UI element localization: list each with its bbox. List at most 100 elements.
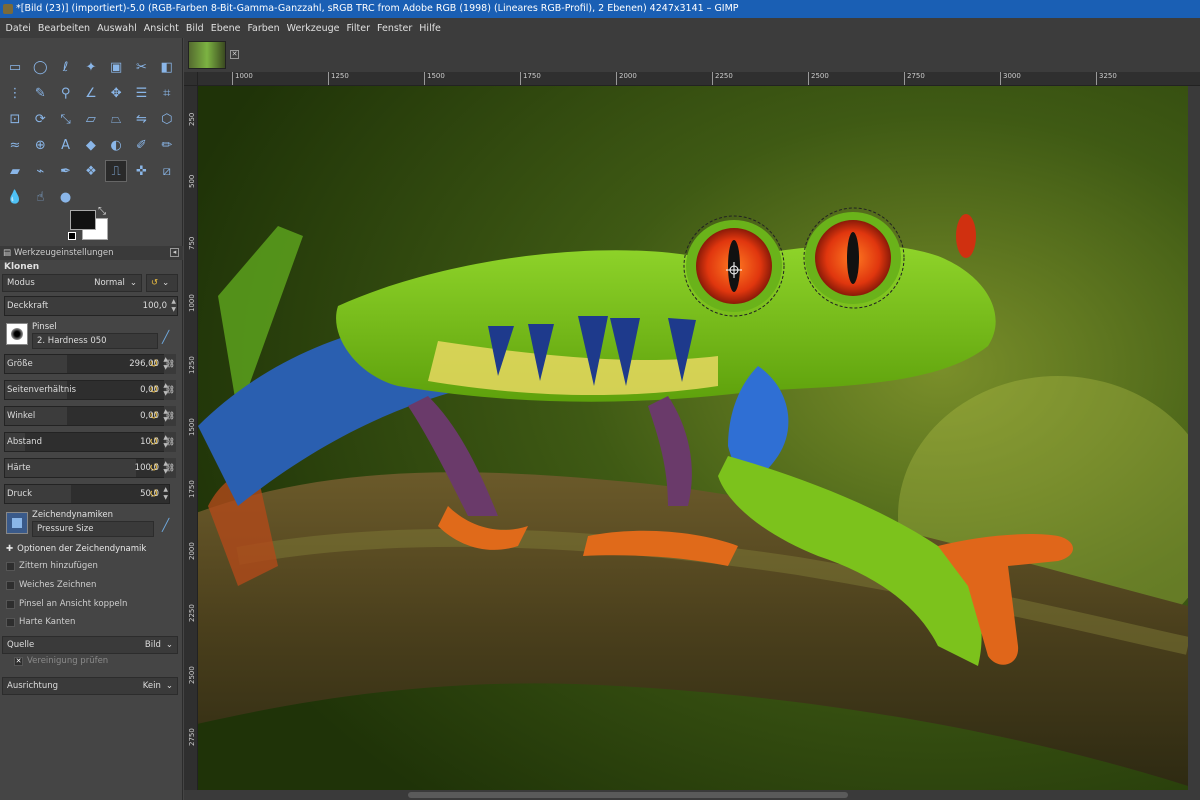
free-select-icon[interactable]: ℓ xyxy=(55,56,77,78)
mode-reset-combo[interactable]: ↺ ⌄ xyxy=(146,274,178,292)
horizontal-ruler[interactable]: 1000 1250 1500 1750 2000 2250 2500 2750 3000 3250 xyxy=(198,72,1200,86)
close-icon[interactable]: ✕ xyxy=(230,50,239,59)
menu-item-ebene[interactable]: Ebene xyxy=(207,23,244,34)
spin-arrows-icon[interactable]: ▲ ▼ xyxy=(163,434,168,450)
mypaint-icon[interactable]: ❖ xyxy=(80,160,102,182)
spin-arrows-icon[interactable]: ▲ ▼ xyxy=(163,460,168,476)
vruler-label: 1250 xyxy=(188,356,196,374)
paths-icon[interactable]: ⋮ xyxy=(4,82,26,104)
shear-icon[interactable]: ▱ xyxy=(80,108,102,130)
image-canvas[interactable] xyxy=(198,86,1188,790)
color-swatches[interactable]: ⤡ xyxy=(68,206,114,242)
swap-colors-icon[interactable]: ⤡ xyxy=(98,206,106,217)
menu-item-auswahl[interactable]: Auswahl xyxy=(94,23,141,34)
mode-label: Modus xyxy=(7,278,35,288)
flip-icon[interactable]: ⇋ xyxy=(131,108,153,130)
dynamics-options-expander[interactable]: ✚ Optionen der Zeichendynamik xyxy=(6,544,146,554)
sample-merged-checkbox[interactable]: ✕ Vereinigung prüfen xyxy=(14,656,108,666)
fuzzy-select-icon[interactable]: ✦ xyxy=(80,56,102,78)
blur-icon[interactable]: 💧 xyxy=(4,186,26,208)
horizontal-scrollbar[interactable] xyxy=(198,790,1188,800)
force-value: 50,0 xyxy=(140,489,159,499)
gradient-icon[interactable]: ◐ xyxy=(105,134,127,156)
vertical-scrollbar[interactable] xyxy=(1188,86,1200,790)
menu-item-farben[interactable]: Farben xyxy=(244,23,283,34)
mode-combo[interactable]: Modus Normal ⌄ xyxy=(2,274,142,292)
hardness-slider[interactable]: Härte 100,0 ▲ ▼ xyxy=(4,458,170,478)
force-slider[interactable]: Druck 50,0 ▲ ▼ xyxy=(4,484,170,504)
edit-brush-icon[interactable]: ╱ xyxy=(162,330,169,344)
angle-slider[interactable]: Winkel 0,00 ▲ ▼ xyxy=(4,406,170,426)
cage-icon[interactable]: ⬡ xyxy=(156,108,178,130)
pencil-icon[interactable]: ✏ xyxy=(156,134,178,156)
vertical-ruler[interactable]: 250 500 750 1000 1250 1500 1750 2000 2250 2500 275… xyxy=(184,86,198,790)
align-icon[interactable]: ☰ xyxy=(131,82,153,104)
rect-select-icon[interactable]: ▭ xyxy=(4,56,26,78)
quick-mask-toggle[interactable] xyxy=(184,72,198,86)
menu-item-datei[interactable]: Datei xyxy=(2,23,34,34)
hard-edge-checkbox[interactable]: Harte Kanten xyxy=(6,617,75,627)
reset-icon: ↺ xyxy=(151,278,159,288)
clone-icon[interactable]: ⎍ xyxy=(105,160,128,182)
handle-transform-icon[interactable]: ⊕ xyxy=(29,134,51,156)
dynamics-name-field[interactable]: Pressure Size xyxy=(32,521,154,537)
menu-item-hilfe[interactable]: Hilfe xyxy=(416,23,445,34)
ink-icon[interactable]: ✒ xyxy=(55,160,77,182)
dynamics-preview[interactable] xyxy=(6,512,28,534)
text-icon[interactable]: A xyxy=(55,134,77,156)
tool-options-tab[interactable]: ▤ Werkzeugeinstellungen ◂ xyxy=(0,246,183,260)
scale-icon[interactable]: ⤡ xyxy=(55,108,77,130)
foreground-select-icon[interactable]: ◧ xyxy=(156,56,178,78)
menu-item-filter[interactable]: Filter xyxy=(343,23,374,34)
spin-arrows-icon[interactable]: ▲ ▼ xyxy=(163,486,168,502)
heal-icon[interactable]: ✜ xyxy=(131,160,153,182)
jitter-checkbox[interactable]: Zittern hinzufügen xyxy=(6,561,98,571)
lock-brush-checkbox[interactable]: Pinsel an Ansicht koppeln xyxy=(6,599,127,609)
foreground-color-swatch[interactable] xyxy=(70,210,96,230)
perspective-clone-icon[interactable]: ⧄ xyxy=(156,160,178,182)
spin-arrows-icon[interactable]: ▲ ▼ xyxy=(163,356,168,372)
unified-transform-icon[interactable]: ⊡ xyxy=(4,108,26,130)
airbrush-icon[interactable]: ⌁ xyxy=(29,160,51,182)
smudge-icon[interactable]: ☝ xyxy=(29,186,51,208)
smooth-checkbox[interactable]: Weiches Zeichnen xyxy=(6,580,96,590)
spacing-slider[interactable]: Abstand 10,0 ▲ ▼ xyxy=(4,432,170,452)
spin-arrows-icon[interactable]: ▲ ▼ xyxy=(163,382,168,398)
source-combo[interactable]: Quelle Bild ⌄ xyxy=(2,636,178,654)
menu-item-bild[interactable]: Bild xyxy=(182,23,207,34)
move-icon[interactable]: ✥ xyxy=(105,82,127,104)
crop-icon[interactable]: ⌗ xyxy=(156,82,178,104)
perspective-icon[interactable]: ⏢ xyxy=(105,108,127,130)
dodge-burn-icon[interactable]: ● xyxy=(55,186,77,208)
size-slider[interactable]: Größe 296,00 ▲ ▼ xyxy=(4,354,170,374)
horizontal-scroll-handle[interactable] xyxy=(408,792,848,798)
menu-item-ansicht[interactable]: Ansicht xyxy=(140,23,182,34)
rotate-icon[interactable]: ⟳ xyxy=(29,108,51,130)
measure-icon[interactable]: ∠ xyxy=(80,82,102,104)
spin-arrows-icon[interactable]: ▲ ▼ xyxy=(163,408,168,424)
menu-item-fenster[interactable]: Fenster xyxy=(374,23,416,34)
menu-item-bearbeiten[interactable]: Bearbeiten xyxy=(34,23,93,34)
opacity-slider[interactable]: Deckkraft 100,0 ▲ ▼ xyxy=(4,296,178,316)
alignment-combo[interactable]: Ausrichtung Kein ⌄ xyxy=(2,677,178,695)
menu-item-werkzeuge[interactable]: Werkzeuge xyxy=(283,23,343,34)
warp-icon[interactable]: ≈ xyxy=(4,134,26,156)
color-picker-icon[interactable]: ✎ xyxy=(29,82,51,104)
zoom-icon[interactable]: ⚲ xyxy=(55,82,77,104)
paintbrush-icon[interactable]: ✐ xyxy=(131,134,153,156)
edit-dynamics-icon[interactable]: ╱ xyxy=(162,518,169,532)
image-tab-thumbnail[interactable] xyxy=(188,41,226,69)
panel-menu-icon[interactable]: ◂ xyxy=(170,248,179,257)
aspect-slider[interactable]: Seitenverhältnis 0,00 ▲ ▼ xyxy=(4,380,170,400)
brush-preview[interactable] xyxy=(6,323,28,345)
smooth-label: Weiches Zeichnen xyxy=(19,580,97,590)
bucket-fill-icon[interactable]: ◆ xyxy=(80,134,102,156)
scissors-icon[interactable]: ✂ xyxy=(131,56,153,78)
by-color-select-icon[interactable]: ▣ xyxy=(105,56,127,78)
spin-arrows-icon[interactable]: ▲ ▼ xyxy=(171,298,176,314)
chevron-down-icon: ⌄ xyxy=(165,640,173,650)
brush-name-field[interactable]: 2. Hardness 050 xyxy=(32,333,158,349)
eraser-icon[interactable]: ▰ xyxy=(4,160,26,182)
default-colors-icon[interactable] xyxy=(68,232,76,240)
ellipse-select-icon[interactable]: ◯ xyxy=(29,56,51,78)
